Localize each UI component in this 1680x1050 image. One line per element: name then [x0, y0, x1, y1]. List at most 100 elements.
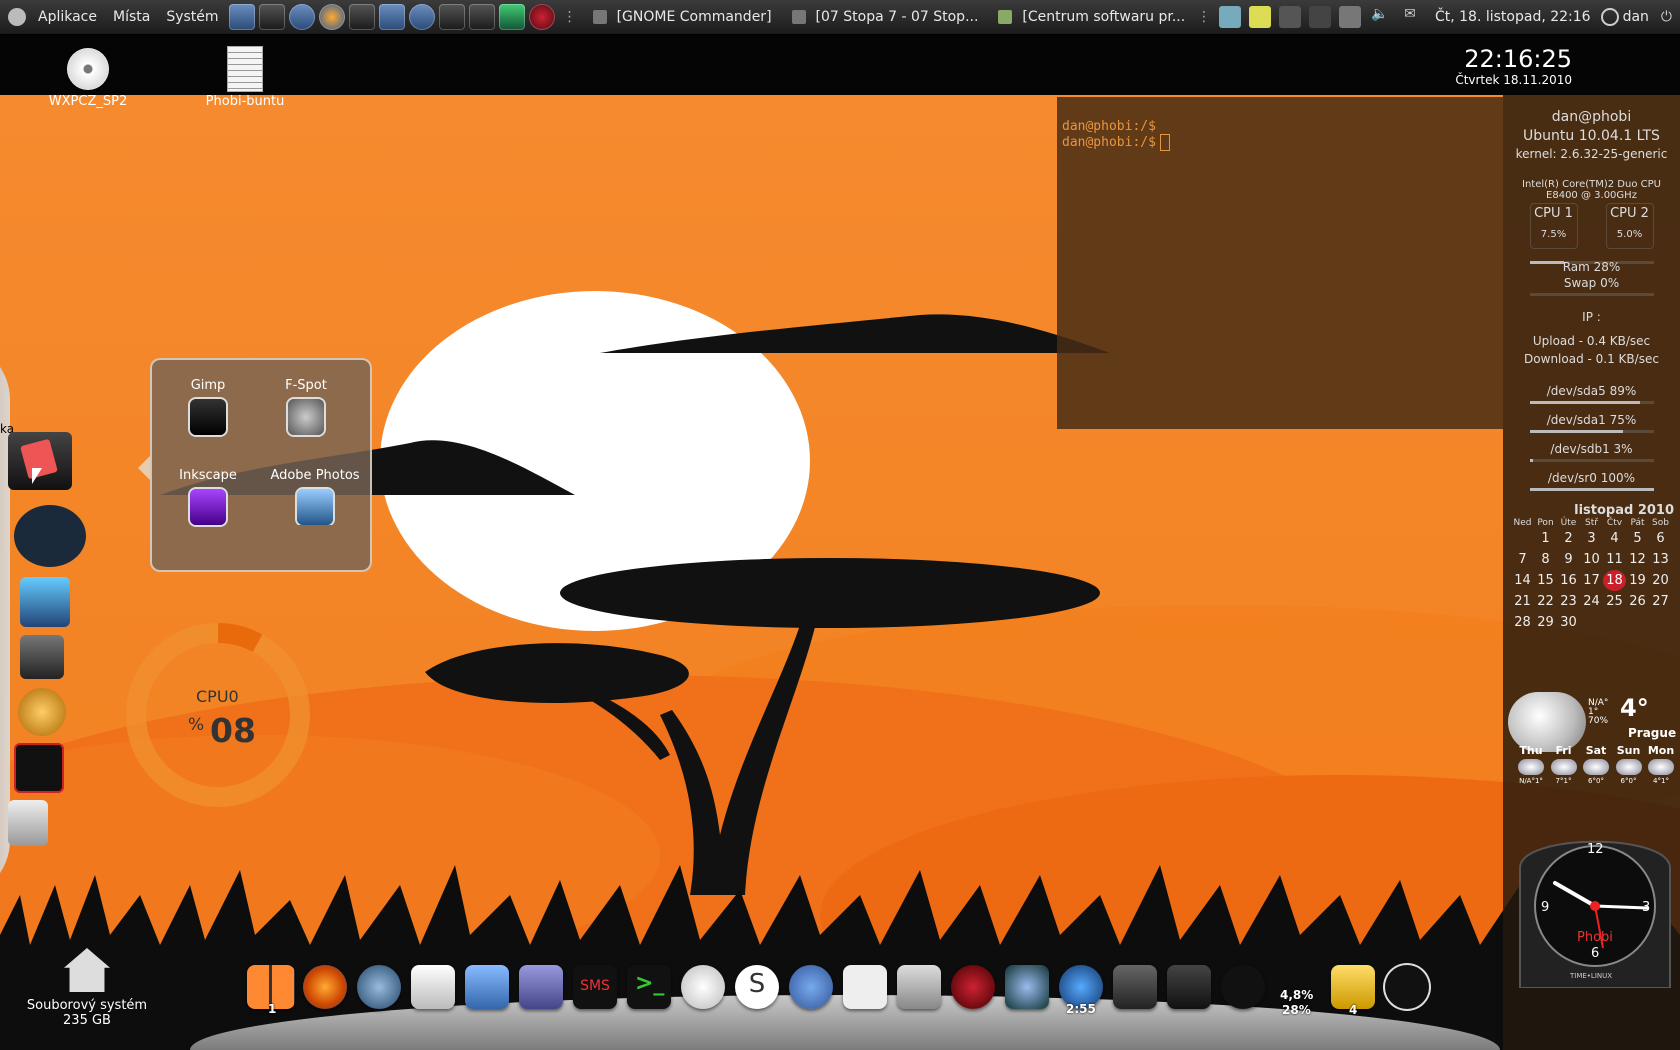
- red-dragon-icon[interactable]: [951, 965, 995, 1009]
- cpu-widget-label: CPU0: [196, 687, 239, 706]
- disk-bar: [1529, 488, 1654, 491]
- taskbar-item-music[interactable]: [07 Stopa 7 - 07 Stop...: [782, 9, 989, 25]
- firefox-launcher-icon[interactable]: [318, 4, 345, 30]
- graph-launcher-icon[interactable]: [498, 4, 525, 30]
- speaker-icon[interactable]: [20, 635, 64, 679]
- calendar-day: 28: [1514, 615, 1531, 630]
- gimp-launcher-icon[interactable]: [348, 4, 375, 30]
- volume-icon[interactable]: 🔈: [1369, 6, 1391, 28]
- firefox-icon[interactable]: [303, 965, 347, 1009]
- terminal-window[interactable]: dan@phobi:/$ dan@phobi:/$: [1057, 97, 1503, 429]
- top-panel: Aplikace Místa Systém ⋮ [GNOME Commander…: [0, 0, 1680, 35]
- cursor-theme-icon[interactable]: [1167, 965, 1211, 1009]
- desktop-clock-date: Čtvrtek 18.11.2010: [1455, 73, 1572, 87]
- messenger-icon[interactable]: [789, 965, 833, 1009]
- h2-icon[interactable]: [20, 577, 70, 627]
- disk-bar: [1529, 459, 1654, 462]
- terminal-launcher-icon[interactable]: [468, 4, 495, 30]
- chromium-launcher-icon[interactable]: [288, 4, 315, 30]
- menu-system[interactable]: Systém: [158, 9, 226, 25]
- clapper-launcher-icon[interactable]: [258, 4, 285, 30]
- weather-humidity: 70%: [1588, 716, 1609, 726]
- stack-app-f-spot[interactable]: F-Spot: [256, 378, 356, 435]
- power-button-icon[interactable]: [1221, 965, 1265, 1009]
- xbmc-icon[interactable]: [14, 505, 86, 567]
- clock-6: 6: [1591, 946, 1600, 961]
- weather-forecast: Thu N/A°1° Fri 7°1° Sat 6°0° Sun 6°0° Mon 4°1°: [1516, 744, 1676, 785]
- sms-icon[interactable]: SMS: [573, 965, 617, 1009]
- calendar-day: 13: [1652, 552, 1669, 567]
- menu-applications[interactable]: Aplikace: [30, 9, 105, 25]
- home-icon: [64, 948, 110, 992]
- clock-brand: TIME•LINUX: [1570, 972, 1613, 980]
- window-icon: [592, 10, 607, 24]
- desktop-icon-filesystem[interactable]: Souborový systém 235 GB: [22, 948, 152, 1028]
- workspace-number: 1: [268, 1002, 277, 1016]
- power-icon[interactable]: ⏻: [1661, 9, 1672, 25]
- acrobat-icon[interactable]: [14, 743, 64, 793]
- calendar-weekday: Sob: [1652, 518, 1669, 528]
- pointer-app-icon[interactable]: [519, 965, 563, 1009]
- crossover-icon[interactable]: [843, 965, 887, 1009]
- cpu2-box: CPU 2 5.0%: [1605, 203, 1654, 249]
- clock-12: 12: [1587, 842, 1604, 857]
- conky-cpu-cores: CPU 1 7.5% CPU 2 5.0%: [1503, 203, 1680, 251]
- speaker-dock-icon[interactable]: [1113, 965, 1157, 1009]
- skype-icon[interactable]: S: [735, 965, 779, 1009]
- desktop-icon-label: WXPCZ_SP2: [48, 94, 128, 109]
- terminal-line: dan@phobi:/$: [1062, 134, 1498, 151]
- stack-app-gimp[interactable]: Gimp: [158, 378, 258, 435]
- joystick-icon[interactable]: [8, 800, 48, 846]
- calculator-icon[interactable]: [897, 965, 941, 1009]
- usb-tray-icon[interactable]: [1338, 6, 1361, 28]
- terminal-icon[interactable]: >_: [627, 965, 671, 1009]
- calendar-title: listopad 2010: [1574, 503, 1674, 518]
- mail-dock-icon[interactable]: [411, 965, 455, 1009]
- calendar-day: 3: [1587, 531, 1596, 546]
- system-monitor-launcher-icon[interactable]: [438, 4, 465, 30]
- ubuntu-foot-icon[interactable]: [8, 8, 26, 26]
- stack-popup-arrow: [138, 456, 150, 480]
- headphones-icon[interactable]: [18, 688, 66, 736]
- calendar-day: 17: [1583, 573, 1600, 588]
- notes-count: 4: [1349, 1003, 1358, 1017]
- mail-icon[interactable]: ✉: [1399, 6, 1421, 28]
- menu-places[interactable]: Místa: [105, 9, 158, 25]
- clock-app-icon[interactable]: [681, 965, 725, 1009]
- desktop-icon-cd[interactable]: WXPCZ_SP2: [28, 48, 148, 109]
- user-icon[interactable]: [1600, 8, 1619, 26]
- panel-separator-icon: ⋮: [562, 9, 577, 25]
- stack-app-adobe-photoshop[interactable]: Adobe Photos: [264, 468, 366, 525]
- calendar-day: 30: [1560, 615, 1577, 630]
- stack-app-label: Inkscape: [179, 468, 237, 483]
- stack-app-inkscape[interactable]: Inkscape: [158, 468, 258, 525]
- forecast-day-label: Sun: [1616, 744, 1641, 757]
- network-tray-icon[interactable]: [1308, 6, 1331, 28]
- user-name[interactable]: dan: [1623, 9, 1649, 25]
- download-manager-icon[interactable]: [1005, 965, 1049, 1009]
- calendar-day: 5: [1633, 531, 1642, 546]
- conky-user: dan@phobi: [1551, 109, 1632, 125]
- tray-separator-icon: ⋮: [1196, 9, 1211, 25]
- disk-label: /dev/sdb1 3%: [1550, 442, 1633, 456]
- red-app-launcher-icon[interactable]: [528, 4, 555, 30]
- remote-desktop-launcher-icon[interactable]: [378, 4, 405, 30]
- globe-launcher-icon[interactable]: [408, 4, 435, 30]
- taskbar-item-gnome-commander[interactable]: [GNOME Commander]: [583, 9, 782, 25]
- weather-tray-icon[interactable]: [1218, 6, 1241, 28]
- calendar-weekday: Čtv: [1606, 518, 1623, 528]
- circle-app-icon[interactable]: [1385, 965, 1429, 1009]
- notes-tray-icon[interactable]: [1248, 6, 1271, 28]
- stack-app-label: Adobe Photos: [270, 468, 360, 483]
- file-manager-launcher-icon[interactable]: [228, 4, 255, 30]
- calendar-weekday: Ned: [1513, 518, 1532, 528]
- desktop-icon-document[interactable]: Phobi-buntu: [185, 46, 305, 109]
- taskbar-item-software-center[interactable]: [Centrum softwaru pr...: [988, 9, 1195, 25]
- panel-clock[interactable]: Čt, 18. listopad, 22:16: [1435, 9, 1591, 25]
- desktop-icon-label: Phobi-buntu: [205, 94, 285, 109]
- scissors-tray-icon[interactable]: [1278, 6, 1301, 28]
- globe-icon[interactable]: [357, 965, 401, 1009]
- swap-bar: [1529, 293, 1654, 296]
- forecast-day: Sat 6°0°: [1581, 744, 1611, 785]
- file-manager-icon[interactable]: [465, 965, 509, 1009]
